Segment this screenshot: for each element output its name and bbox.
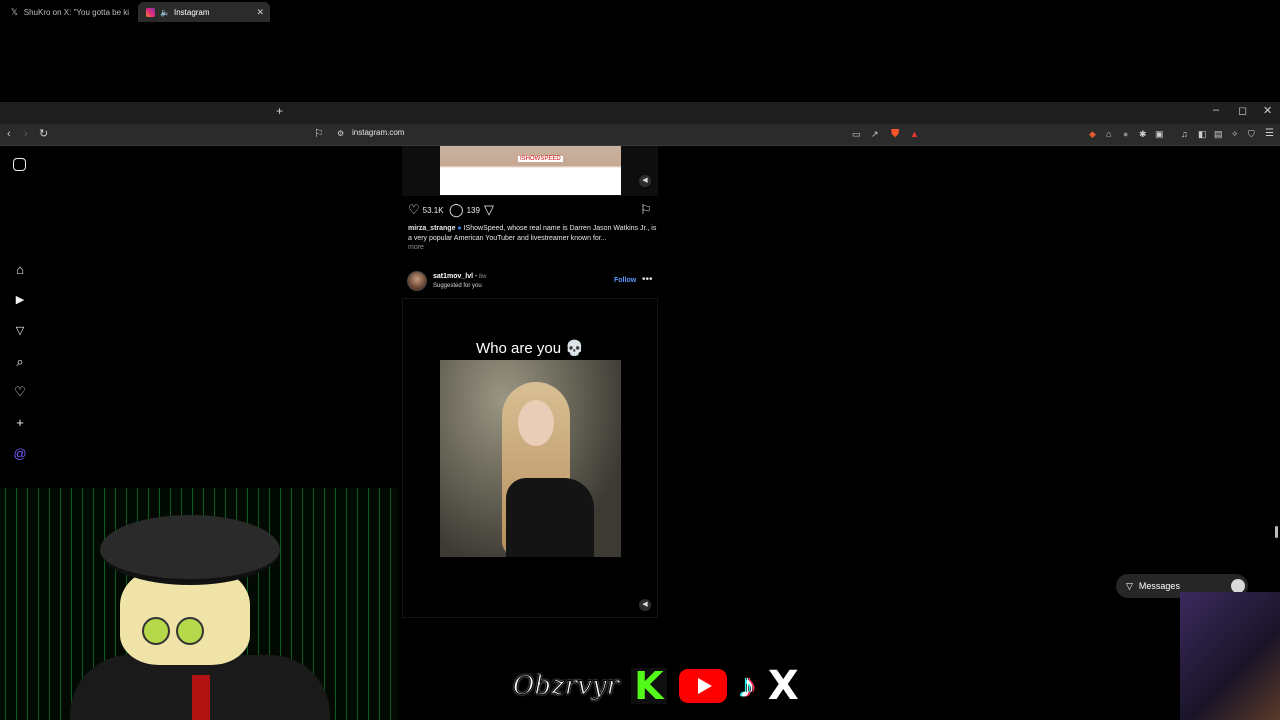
comment-action[interactable]: ◯ 139 (449, 202, 480, 218)
more-options-icon[interactable]: ••• (642, 274, 653, 285)
vpn-icon[interactable]: ⛉ (1248, 126, 1255, 142)
back-icon[interactable]: ‹ (7, 126, 11, 142)
follow-button[interactable]: Follow (614, 277, 636, 284)
post-caption: mirza_strange ● IShowSpeed, whose real n… (408, 224, 658, 243)
like-count: 53.1K (422, 205, 444, 215)
comment-count: 139 (466, 205, 480, 215)
avatar[interactable] (407, 271, 427, 291)
address-bar[interactable]: instagram.com (352, 128, 404, 137)
messages-avatar (1231, 579, 1245, 593)
sidebar-panel-icon[interactable]: ▣ (1155, 126, 1164, 142)
menu-icon[interactable]: ☰ (1265, 126, 1274, 142)
brave-rewards-icon[interactable]: ▲ (910, 126, 919, 142)
messages-label: Messages (1138, 581, 1180, 591)
verified-badge-icon: ● (457, 225, 462, 232)
site-settings-icon[interactable]: ⚙ (337, 126, 344, 142)
maximize-button[interactable]: ◻ (1238, 104, 1247, 117)
media-icon[interactable]: ♫ (1181, 126, 1188, 142)
mute-icon[interactable]: ◀ (639, 175, 651, 187)
direct-messages-icon: ▽ (1126, 580, 1133, 591)
brave-shield-icon[interactable]: ⛊ (891, 126, 899, 142)
search-icon[interactable]: ⌕ (12, 354, 28, 370)
share-post-icon[interactable]: ▽ (484, 202, 494, 218)
reel-overlay-text: Who are you 💀 (476, 340, 584, 357)
stream-brand-bar: Obzrvyr K ♪ X (513, 663, 799, 709)
streamer-name: Obzrvyr (513, 671, 620, 702)
tab-instagram[interactable]: 🔈 Instagram ✕ (138, 2, 270, 22)
post-username[interactable]: sat1mov_lvl (433, 273, 473, 280)
page-scrollbar[interactable] (1273, 148, 1278, 618)
kick-logo-icon: K (630, 667, 667, 705)
webcam-feed (1180, 592, 1280, 720)
close-tab-icon[interactable]: ✕ (256, 7, 264, 18)
caption-username[interactable]: mirza_strange (408, 225, 455, 232)
like-action[interactable]: ♡ 53.1K (408, 202, 444, 218)
suggested-label: Suggested for you (433, 283, 482, 289)
share-icon[interactable]: ↗ (871, 126, 879, 142)
post-age: • 8w (475, 274, 487, 280)
cast-icon[interactable]: ▭ (852, 126, 861, 142)
notifications-heart-icon[interactable]: ♡ (12, 384, 28, 400)
youtube-logo-icon (678, 669, 727, 703)
direct-messages-icon[interactable]: ▽ (12, 323, 28, 339)
sidebar-toggle-icon[interactable]: ◧ (1198, 126, 1207, 142)
screen: 𝕏 ShuKro on X: "You gotta be kidding 🔈 I… (0, 0, 1280, 720)
threads-icon[interactable]: @ (12, 446, 28, 462)
wallet-icon[interactable]: ▤ (1214, 126, 1223, 142)
leo-ai-icon[interactable]: ✧ (1231, 126, 1239, 142)
reel-mute-icon[interactable]: ◀ (639, 599, 651, 611)
like-heart-icon[interactable]: ♡ (408, 202, 420, 218)
tab-label: ShuKro on X: "You gotta be kidding (23, 7, 129, 17)
speaker-icon: 🔈 (160, 7, 170, 17)
scrollbar-thumb[interactable] (1275, 526, 1278, 538)
thumbnail-label: ISHOWSPEED (518, 156, 563, 162)
save-post-icon[interactable]: ⚐ (640, 202, 652, 218)
comment-icon[interactable]: ◯ (449, 202, 464, 218)
post-thumbnail[interactable] (440, 146, 621, 195)
reel-frame (440, 360, 621, 557)
home-icon[interactable]: ⌂ (12, 262, 28, 278)
minimize-button[interactable]: – (1213, 104, 1219, 116)
caption-more-link[interactable]: more (408, 244, 424, 251)
tab-x-post[interactable]: 𝕏 ShuKro on X: "You gotta be kidding (2, 2, 137, 22)
extensions-icon[interactable]: ✱ (1139, 126, 1147, 142)
x-logo-icon: 𝕏 (10, 6, 19, 17)
bookmark-icon[interactable]: ⚐ (314, 126, 324, 142)
reels-icon[interactable]: ▶ (12, 292, 28, 308)
x-logo-icon: X (767, 663, 799, 709)
instagram-icon (146, 7, 155, 17)
close-window-button[interactable]: ✕ (1263, 104, 1272, 117)
reload-icon[interactable]: ↻ (39, 126, 48, 142)
extension-home-icon[interactable]: ⌂ (1106, 126, 1111, 142)
extension-fox-icon[interactable]: ◆ (1089, 126, 1096, 142)
tiktok-logo-icon: ♪ (738, 667, 756, 705)
forward-icon[interactable]: › (24, 126, 28, 142)
extension-circle-icon[interactable]: ● (1123, 126, 1128, 142)
vtuber-avatar (70, 505, 330, 720)
create-plus-icon[interactable]: + (12, 415, 28, 431)
tab-bar (0, 102, 1280, 124)
instagram-logo-icon[interactable] (13, 158, 26, 171)
browser-toolbar (0, 124, 1280, 146)
tab-label: Instagram (173, 7, 210, 17)
new-tab-button[interactable]: + (276, 104, 283, 118)
